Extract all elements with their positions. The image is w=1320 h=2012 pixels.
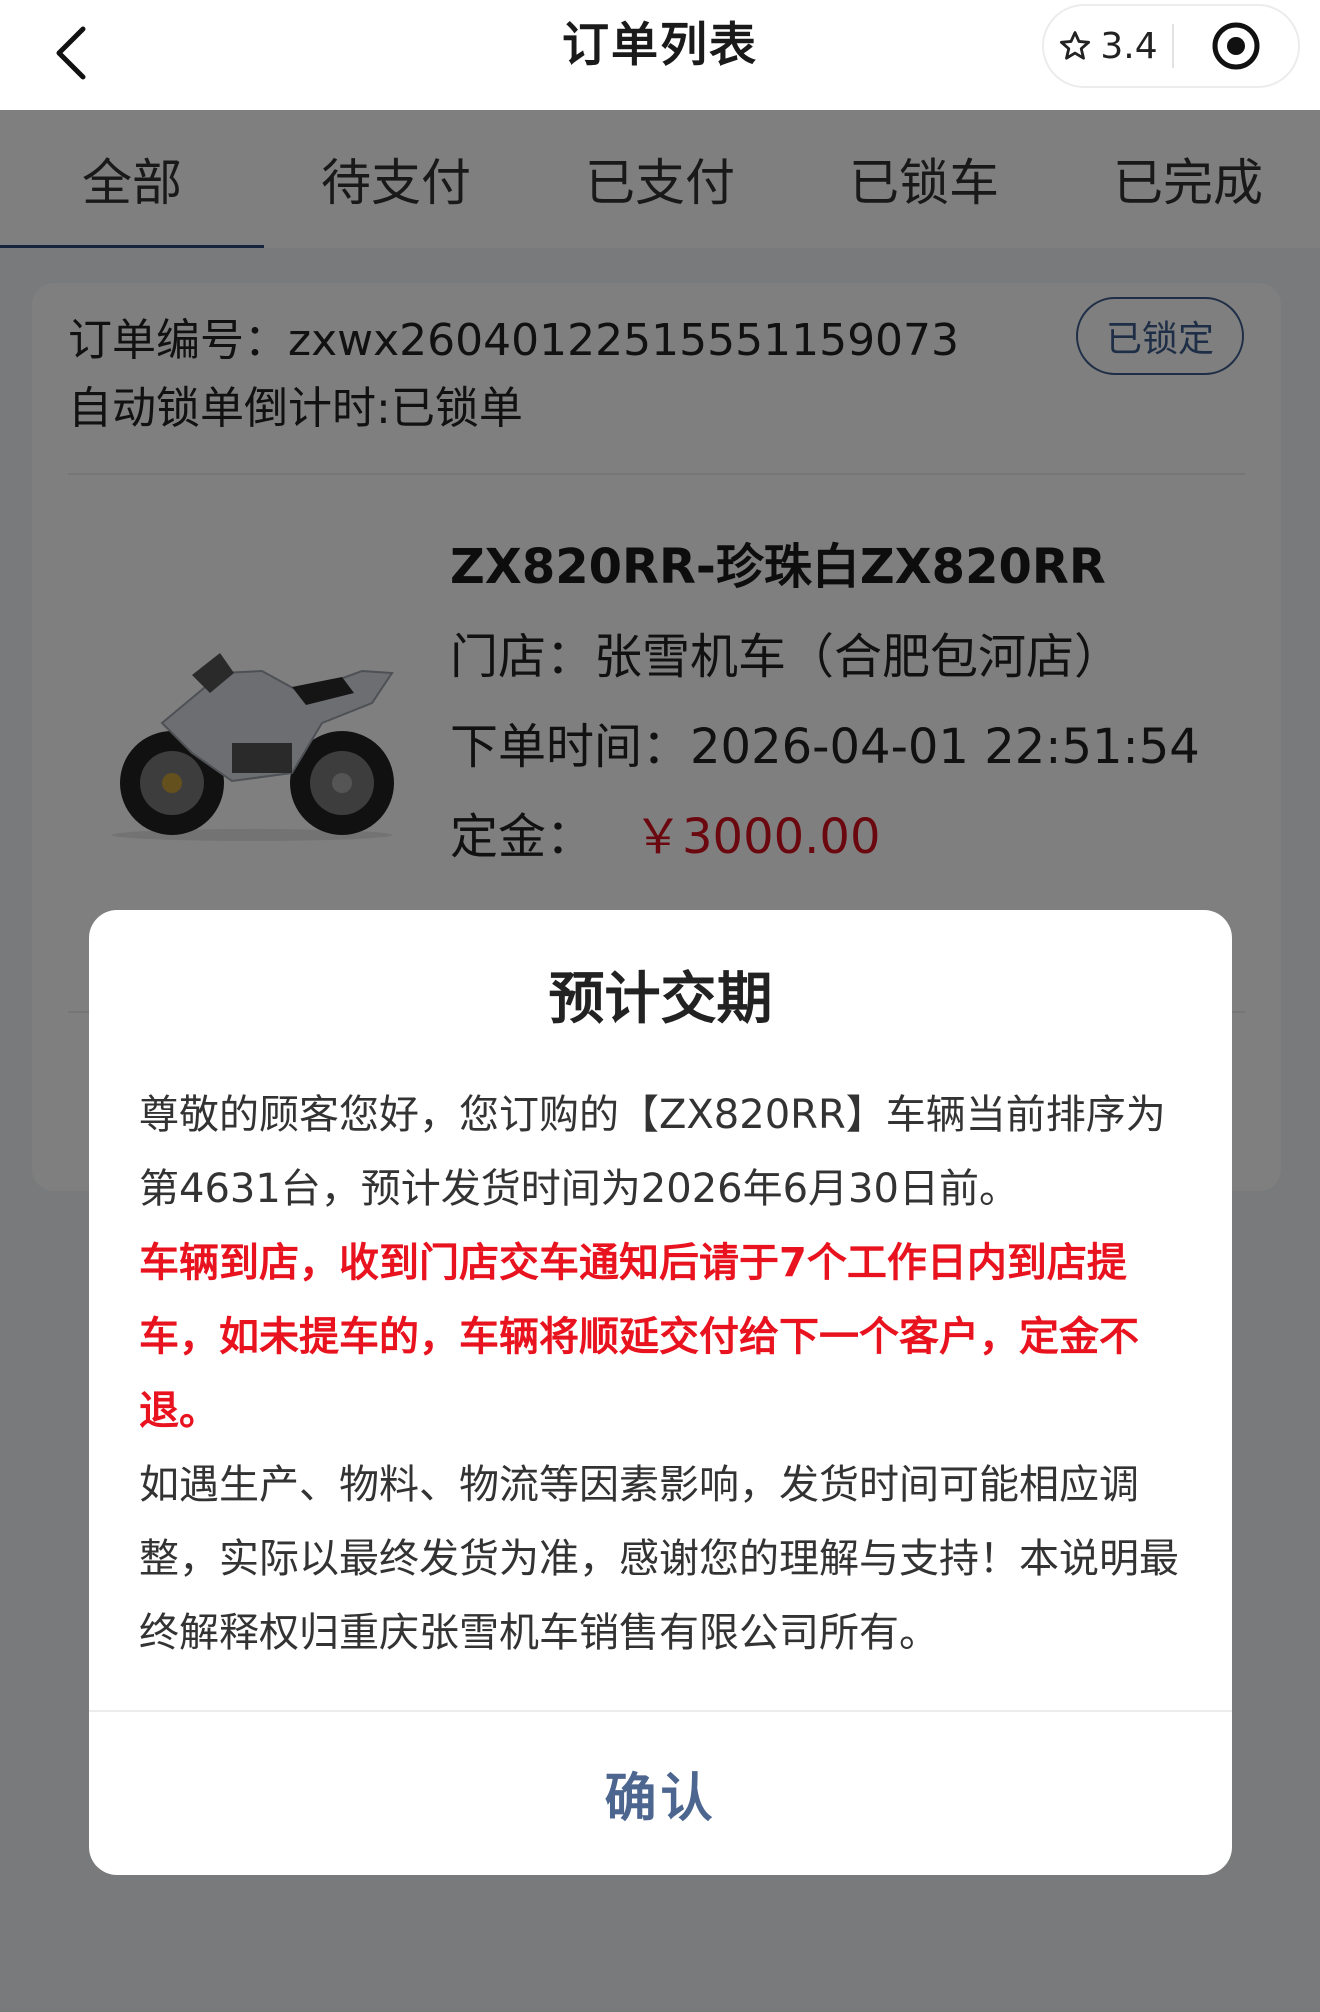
target-icon	[1212, 22, 1260, 70]
dialog-body: 尊敬的顾客您好，您订购的【ZX820RR】车辆当前排序为第4631台，预计发货时…	[139, 1078, 1182, 1670]
rating-value: 3.4	[1100, 25, 1158, 67]
dialog-paragraph: 尊敬的顾客您好，您订购的【ZX820RR】车辆当前排序为第4631台，预计发货时…	[139, 1092, 1166, 1212]
rating-button[interactable]: 3.4	[1044, 6, 1172, 86]
dialog-paragraph: 如遇生产、物料、物流等因素影响，发货时间可能相应调整，实际以最终发货为准，感谢您…	[139, 1462, 1179, 1656]
dialog-warning: 车辆到店，收到门店交车通知后请于7个工作日内到店提车，如未提车的，车辆将顺延交付…	[139, 1240, 1139, 1434]
record-button[interactable]	[1174, 6, 1298, 86]
dialog-title: 预计交期	[548, 967, 773, 1032]
nav-bar: 订单列表 3.4	[0, 0, 1320, 110]
confirm-button[interactable]: 确认	[89, 1712, 1232, 1875]
star-icon	[1060, 31, 1091, 60]
delivery-estimate-dialog: 预计交期 尊敬的顾客您好，您订购的【ZX820RR】车辆当前排序为第4631台，…	[89, 910, 1232, 1875]
mini-program-capsule: 3.4	[1042, 4, 1300, 88]
